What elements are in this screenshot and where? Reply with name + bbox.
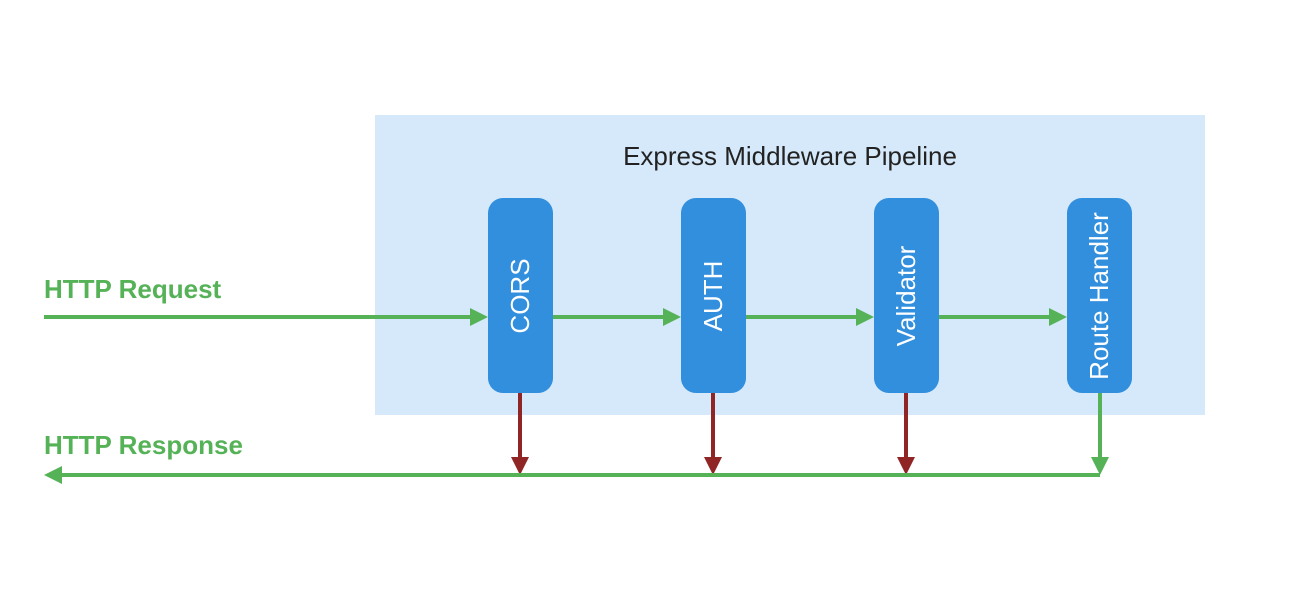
pipeline-title: Express Middleware Pipeline bbox=[623, 141, 957, 171]
middleware-cors: CORS bbox=[488, 198, 553, 393]
middleware-label: AUTH bbox=[698, 261, 728, 332]
middleware-label: Route Handler bbox=[1084, 212, 1114, 380]
middleware-label: Validator bbox=[891, 245, 921, 346]
response-arrow-head bbox=[44, 466, 62, 484]
middleware-validator: Validator bbox=[874, 198, 939, 393]
http-request-label: HTTP Request bbox=[44, 274, 222, 304]
middleware-auth: AUTH bbox=[681, 198, 746, 393]
middleware-label: CORS bbox=[505, 258, 535, 333]
middleware-route-handler: Route Handler bbox=[1067, 198, 1132, 393]
http-response-label: HTTP Response bbox=[44, 430, 243, 460]
